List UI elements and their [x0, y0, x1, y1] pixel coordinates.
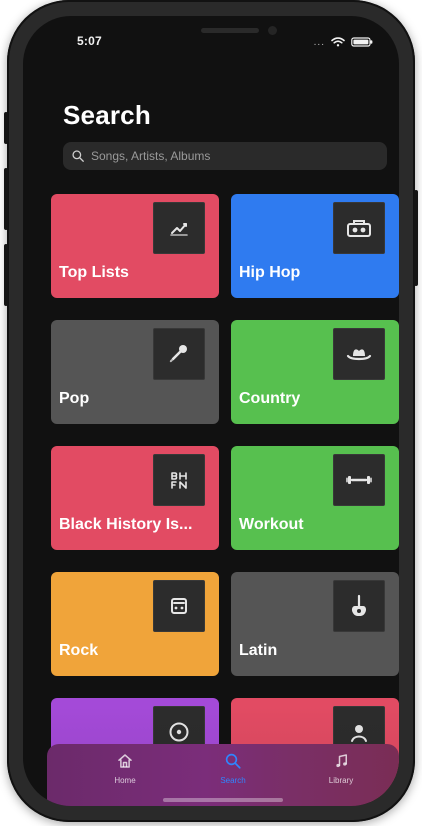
status-time: 5:07: [77, 34, 102, 48]
tab-library[interactable]: Library: [301, 752, 381, 800]
category-tile[interactable]: Latin: [231, 572, 399, 676]
tab-label: Library: [328, 776, 354, 785]
search-icon: [225, 753, 241, 769]
home-icon: [118, 754, 132, 768]
music-note-icon: [336, 754, 347, 768]
battery-icon: [351, 34, 373, 52]
category-tile[interactable]: Black History Is...: [51, 446, 219, 550]
search-bar[interactable]: [63, 142, 387, 170]
category-tile[interactable]: Workout: [231, 446, 399, 550]
category-label: Workout: [239, 516, 304, 533]
screen: 5:07 ... Search Songs, Artists, Albums T…: [23, 16, 399, 806]
category-label: Country: [239, 390, 301, 407]
power-button: [414, 190, 418, 286]
category-label: Latin: [239, 642, 278, 659]
signal-indicator: ...: [313, 37, 325, 48]
amplifier-icon: [153, 580, 205, 632]
category-tile[interactable]: Pop: [51, 320, 219, 424]
category-tile[interactable]: Rock: [51, 572, 219, 676]
mute-switch: [4, 112, 8, 144]
category-tile[interactable]: Hip Hop: [231, 194, 399, 298]
chart-icon: [153, 202, 205, 254]
dumbbell-icon: [333, 454, 385, 506]
volume-down-button: [4, 244, 8, 306]
microphone-icon: [153, 328, 205, 380]
status-bar: 5:07 ...: [23, 16, 399, 64]
search-input[interactable]: [91, 149, 371, 163]
volume-up-button: [4, 168, 8, 230]
tab-home[interactable]: Home: [85, 752, 165, 800]
earpiece-speaker: [201, 28, 259, 33]
tab-bar: Home Search Library: [47, 744, 399, 806]
category-tile[interactable]: Country: [231, 320, 399, 424]
home-indicator: [163, 798, 283, 802]
category-label: Top Lists: [59, 264, 129, 281]
search-icon: [72, 150, 84, 162]
tab-label: Home: [114, 776, 136, 785]
page-title: Search: [63, 100, 151, 130]
category-tile[interactable]: Top Lists: [51, 194, 219, 298]
bh-logo-icon: [153, 454, 205, 506]
front-camera: [268, 26, 277, 35]
cowboy-hat-icon: [333, 328, 385, 380]
status-indicators: ...: [314, 34, 373, 52]
category-label: Rock: [59, 642, 99, 659]
guitar-icon: [333, 580, 385, 632]
category-label: Black History Is...: [59, 516, 193, 533]
tab-label: Search: [220, 776, 246, 785]
category-label: Pop: [59, 390, 90, 407]
boombox-icon: [333, 202, 385, 254]
phone-frame: 5:07 ... Search Songs, Artists, Albums T…: [4, 0, 418, 822]
category-label: Hip Hop: [239, 264, 301, 281]
tab-search[interactable]: Search: [193, 752, 273, 800]
wifi-icon: [331, 34, 345, 52]
